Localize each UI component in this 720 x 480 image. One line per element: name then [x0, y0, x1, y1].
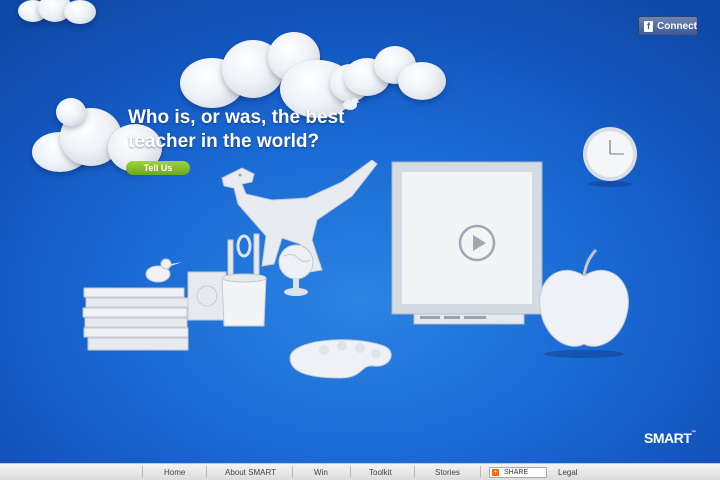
facebook-connect-label: Connect: [657, 20, 697, 32]
plus-icon: +: [492, 469, 499, 476]
bird-on-books-icon: [145, 258, 182, 283]
footer-link-stories[interactable]: Stories: [435, 468, 460, 477]
footer-divider: [142, 466, 143, 478]
stack-of-books-figure: [82, 287, 189, 351]
play-icon[interactable]: [458, 224, 496, 262]
share-button[interactable]: + SHARE: [489, 467, 547, 478]
pencil-cup-figure: [221, 233, 267, 327]
smart-logo: SMART™: [644, 430, 696, 446]
paint-palette-figure: [289, 339, 392, 379]
facebook-connect-button[interactable]: f Connect: [638, 16, 698, 36]
globe-icon: [278, 244, 314, 296]
footer-link-legal[interactable]: Legal: [558, 468, 578, 477]
apple-figure: [539, 248, 629, 358]
share-label: SHARE: [504, 469, 529, 476]
footer-link-toolkit[interactable]: Toolkit: [369, 468, 392, 477]
tell-us-button[interactable]: Tell Us: [126, 161, 190, 175]
footer-divider: [480, 466, 481, 478]
footer-divider: [292, 466, 293, 478]
footer-divider: [206, 466, 207, 478]
footer-link-win[interactable]: Win: [314, 468, 328, 477]
facebook-icon: f: [644, 20, 653, 32]
footer-link-home[interactable]: Home: [164, 468, 185, 477]
smart-logo-text: SMART: [644, 430, 692, 446]
footer-nav: Home About SMART Win Toolkit Stories + S…: [0, 463, 720, 480]
footer-link-about[interactable]: About SMART: [225, 468, 276, 477]
footer-divider: [414, 466, 415, 478]
footer-divider: [350, 466, 351, 478]
hero-scene: f Connect Who is, or was, the best teach…: [0, 0, 720, 463]
clock-icon: [583, 127, 637, 187]
trademark-symbol: ™: [691, 430, 696, 436]
page-title: Who is, or was, the best teacher in the …: [128, 107, 345, 152]
